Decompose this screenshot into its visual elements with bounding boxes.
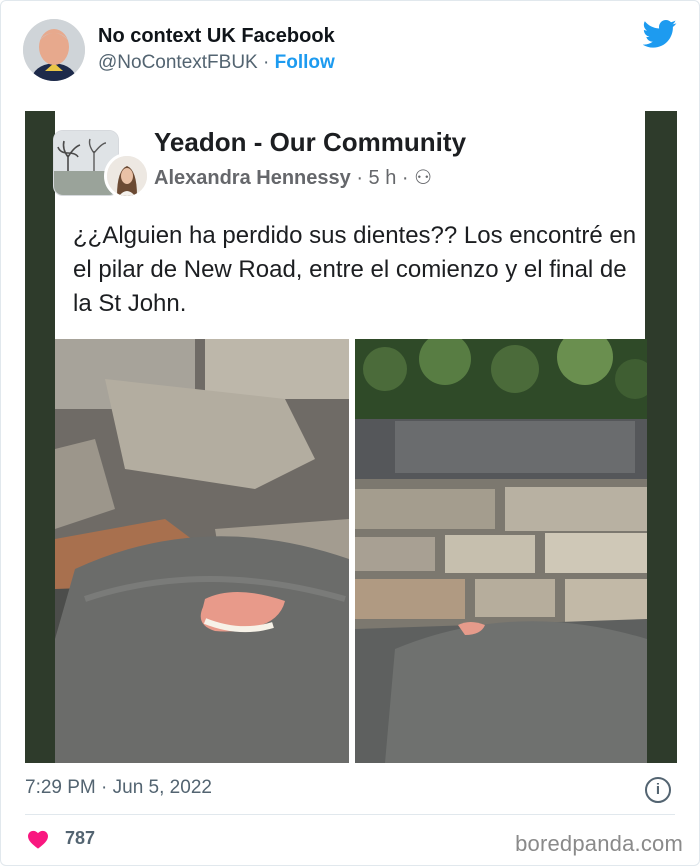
twitter-bird-icon[interactable]: [643, 19, 677, 49]
audience-icon: ⚇: [414, 167, 433, 189]
tweet-timestamp[interactable]: 7:29 PM · Jun 5, 2022: [25, 777, 212, 799]
photo-dentures-closeup[interactable]: [55, 339, 349, 763]
post-text: ¿¿Alguien ha perdido sus dientes?? Los e…: [73, 222, 637, 317]
heart-icon[interactable]: [27, 829, 49, 849]
photo-wall-wide[interactable]: [355, 339, 647, 763]
info-icon[interactable]: i: [645, 777, 671, 803]
separator: ·: [257, 52, 275, 73]
post-age: · 5 h ·: [350, 167, 415, 189]
like-count[interactable]: 787: [65, 828, 95, 849]
post-meta: Alexandra Hennessy · 5 h · ⚇: [154, 165, 432, 190]
profile-avatar[interactable]: [23, 19, 85, 81]
follow-button[interactable]: Follow: [275, 52, 335, 73]
author-name[interactable]: Alexandra Hennessy: [154, 167, 351, 189]
group-name[interactable]: Yeadon - Our Community: [154, 127, 466, 158]
display-name[interactable]: No context UK Facebook: [98, 25, 335, 48]
boredpanda-watermark: boredpanda.com: [515, 831, 683, 856]
author-avatar[interactable]: [104, 153, 150, 199]
divider: [25, 814, 675, 815]
tweet-card: No context UK Facebook @NoContextFBUK · …: [0, 0, 700, 866]
handle-row: @NoContextFBUK · Follow: [98, 52, 335, 74]
handle[interactable]: @NoContextFBUK: [98, 52, 258, 73]
